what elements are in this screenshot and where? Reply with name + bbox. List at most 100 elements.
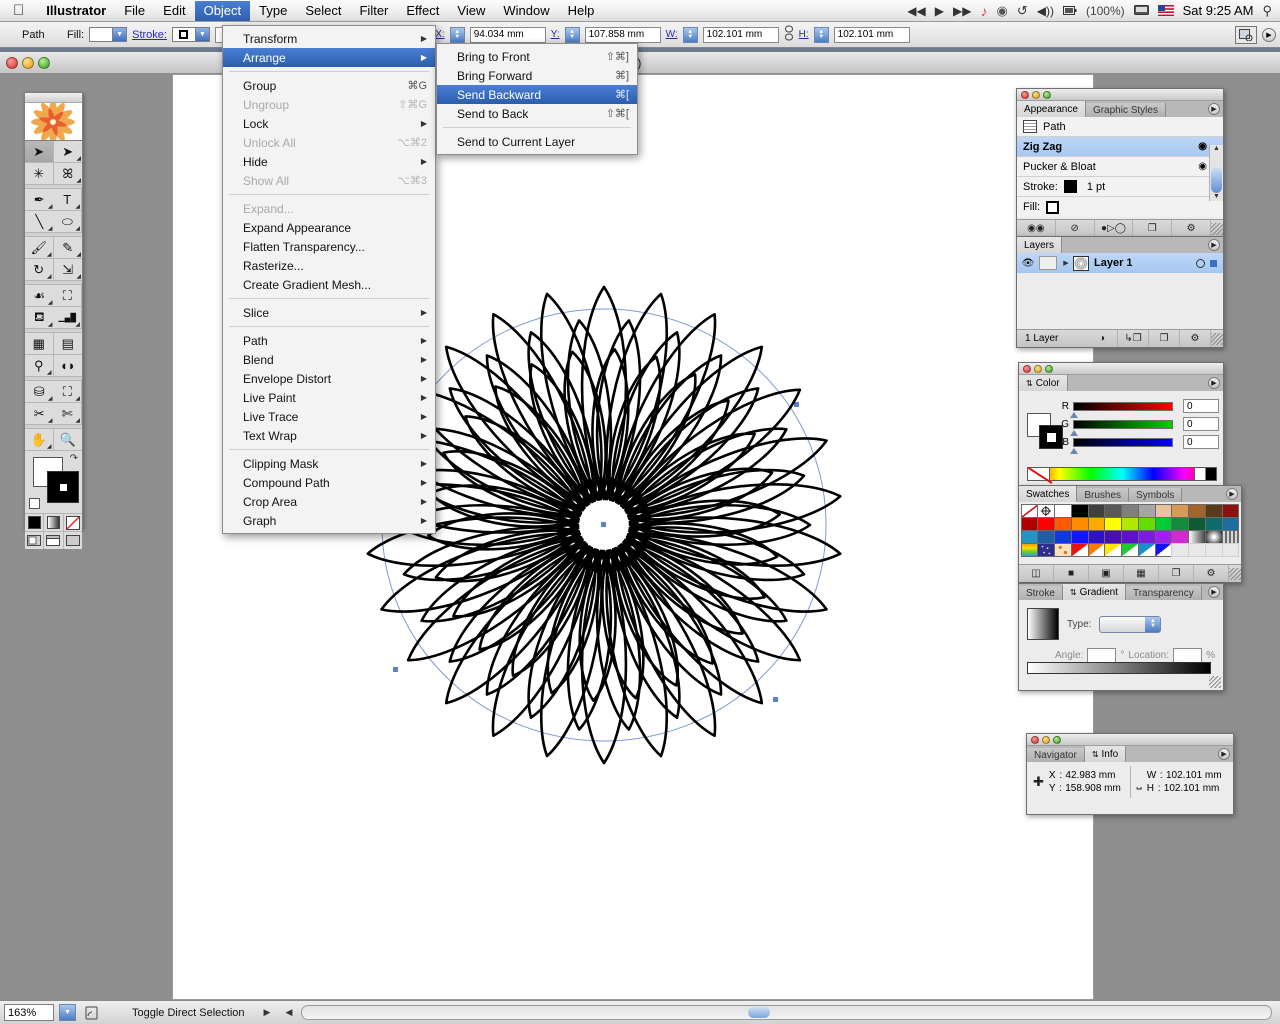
x-value-field[interactable]: 94.034 mm <box>469 26 546 43</box>
apple-menu-icon[interactable]:  <box>0 3 37 18</box>
swatch-libraries-icon[interactable]: ◫ <box>1019 565 1054 582</box>
menu-type[interactable]: Type <box>250 1 296 21</box>
tool-expand-corner-icon[interactable]: ◢ <box>76 155 81 162</box>
document-title-bar[interactable]: 63% (RGB/Preview) <box>0 52 1280 74</box>
panel-menu-icon[interactable]: ▶ <box>1262 27 1276 42</box>
object-menu-item-path[interactable]: Path ▶ <box>223 331 435 350</box>
h-value-field[interactable]: 102.101 mm <box>833 26 910 43</box>
appearance-scrollbar[interactable]: ▲ ▼ <box>1209 145 1223 201</box>
zoom-window-button[interactable] <box>38 56 50 69</box>
paintbrush-tool[interactable]: 🖌 ◢ <box>25 237 54 259</box>
swap-fill-stroke-icon[interactable]: ↷ <box>70 453 78 464</box>
layers-list[interactable]: 👁 ▶ Layer 1 <box>1017 253 1223 329</box>
itunes-note-icon[interactable]: ♪ <box>980 3 987 19</box>
tab-layers[interactable]: Layers <box>1017 237 1063 253</box>
magic-wand-tool[interactable]: ✳ <box>25 163 54 185</box>
tool-expand-corner-icon[interactable]: ◢ <box>76 251 81 258</box>
appearance-panel-menu-icon[interactable]: ▶ <box>1208 103 1220 115</box>
scale-tool[interactable]: ⇲ ◢ <box>53 259 82 281</box>
play-icon[interactable]: ▶ <box>935 4 944 18</box>
gradient-mode-button[interactable] <box>44 514 64 531</box>
minimize-icon[interactable] <box>1042 735 1050 744</box>
object-menu-item-graph[interactable]: Graph ▶ <box>223 511 435 530</box>
swatches-footer[interactable]: ◫ ■ ▣ ▦ ❐ ⚙ <box>1019 564 1241 582</box>
fast-forward-icon[interactable]: ▶▶ <box>953 4 971 18</box>
lasso-tool[interactable]: ꕤ ◢ <box>53 163 82 185</box>
swatch-13[interactable] <box>1020 516 1039 531</box>
swatch-4[interactable] <box>1087 503 1106 518</box>
make-clipping-mask-icon[interactable]: ◑ <box>1087 330 1118 347</box>
pencil-tool[interactable]: ✎ ◢ <box>53 237 82 259</box>
reduce-to-basic-appearance-icon[interactable]: ●▷◯ <box>1095 220 1134 237</box>
resize-grip[interactable] <box>1229 567 1241 580</box>
tab-info[interactable]: ⇅ Info <box>1084 746 1127 762</box>
close-icon[interactable] <box>1021 90 1029 99</box>
b-value[interactable]: 0 <box>1183 435 1219 449</box>
swatches-grid[interactable] <box>1019 502 1241 558</box>
fill-swatch-control[interactable]: ▼ <box>89 27 128 42</box>
delete-swatch-icon[interactable]: ⚙ <box>1194 565 1229 582</box>
tool-expand-corner-icon[interactable]: ◢ <box>76 273 81 280</box>
appearance-list[interactable]: Path Zig Zag ◉ Pucker & Bloat ◉ Stroke: … <box>1017 117 1223 219</box>
swatch-31[interactable] <box>1104 529 1123 544</box>
tab-graphic-styles[interactable]: Graphic Styles <box>1085 103 1166 117</box>
appearance-row-pucker-bloat[interactable]: Pucker & Bloat ◉ <box>1017 157 1223 177</box>
swatch-1[interactable] <box>1037 503 1056 518</box>
horizontal-scrollbar[interactable] <box>301 1005 1272 1020</box>
object-menu-item-expand-appearance[interactable]: Expand Appearance <box>223 218 435 237</box>
tool-expand-corner-icon[interactable]: ◢ <box>75 225 80 232</box>
tab-color[interactable]: ⇅ Color <box>1019 375 1068 391</box>
object-menu-item-arrange[interactable]: Arrange ▶ <box>223 48 435 67</box>
resize-grip[interactable] <box>1209 676 1221 688</box>
direct-selection-tool[interactable]: ➤ ◢ <box>53 141 82 163</box>
status-menu-arrow-icon[interactable]: ▶ <box>264 1007 271 1018</box>
tab-gradient[interactable]: ⇅ Gradient <box>1062 584 1126 600</box>
info-palette[interactable]: Navigator ⇅ Info ▶ ✚ X : 42.983 mm Y : 1… <box>1026 733 1234 815</box>
gradient-preview-swatch[interactable] <box>1027 608 1059 640</box>
arrange-submenu[interactable]: Bring to Front ⇧⌘] Bring Forward ⌘] Send Bac… <box>436 43 638 155</box>
object-menu-item-envelope-distort[interactable]: Envelope Distort ▶ <box>223 369 435 388</box>
swatch-45[interactable] <box>1121 542 1139 557</box>
layer-name[interactable]: Layer 1 <box>1094 257 1133 269</box>
zoom-tool[interactable]: 🔍 <box>53 429 82 451</box>
swatch-9[interactable] <box>1171 503 1190 518</box>
live-paint-selection-tool[interactable]: ⛶ ◢ <box>53 381 82 403</box>
fill-stroke-controls[interactable]: ↷ <box>25 451 82 513</box>
stroke-swatch-tool[interactable] <box>47 471 79 503</box>
swatch-42[interactable] <box>1070 542 1089 557</box>
tool-expand-corner-icon[interactable]: ◢ <box>48 203 53 210</box>
swatch-46[interactable] <box>1137 542 1156 557</box>
menu-file[interactable]: File <box>115 1 154 21</box>
layers-panel-menu-icon[interactable]: ▶ <box>1208 239 1220 251</box>
b-slider[interactable] <box>1070 437 1173 454</box>
object-menu-item-transform[interactable]: Transform ▶ <box>223 29 435 48</box>
new-art-basic-appearance-icon[interactable]: ◉◉ <box>1017 220 1056 237</box>
lock-toggle[interactable] <box>1039 256 1057 270</box>
menu-help[interactable]: Help <box>559 1 604 21</box>
rewind-icon[interactable]: ◀◀ <box>907 4 925 18</box>
stroke-swatch-control[interactable]: ▼ <box>171 27 210 42</box>
battery-icon[interactable] <box>1062 5 1077 16</box>
gradient-tabs[interactable]: Stroke ⇅ Gradient Transparency ▶ <box>1019 584 1223 600</box>
tool-expand-corner-icon[interactable]: ◢ <box>48 321 53 328</box>
menu-illustrator[interactable]: Illustrator <box>37 1 115 21</box>
swatch-22[interactable] <box>1171 516 1190 531</box>
delete-selection-icon[interactable]: ⚙ <box>1180 330 1211 347</box>
swatch-44[interactable] <box>1104 542 1123 557</box>
chevron-right-icon[interactable]: ▶ <box>1059 259 1073 267</box>
resize-grip[interactable] <box>1211 332 1223 345</box>
object-menu-item-live-paint[interactable]: Live Paint ▶ <box>223 388 435 407</box>
effect-settings-icon[interactable]: ◉ <box>1198 161 1207 172</box>
y-value-field[interactable]: 107.858 mm <box>584 26 661 43</box>
swatch-47[interactable] <box>1154 542 1173 557</box>
swatch-33[interactable] <box>1137 529 1156 544</box>
tool-expand-corner-icon[interactable]: ◢ <box>47 443 52 450</box>
swatch-10[interactable] <box>1188 503 1206 518</box>
swatch-2[interactable] <box>1054 503 1072 518</box>
tab-appearance[interactable]: Appearance <box>1017 101 1086 117</box>
gradient-palette[interactable]: Stroke ⇅ Gradient Transparency ▶ Type: ▲… <box>1018 583 1224 691</box>
rotate-tool[interactable]: ↻ ◢ <box>25 259 54 281</box>
none-color-swatch[interactable] <box>1028 468 1050 480</box>
swatch-38[interactable] <box>1221 529 1240 544</box>
swatch-34[interactable] <box>1154 529 1173 544</box>
